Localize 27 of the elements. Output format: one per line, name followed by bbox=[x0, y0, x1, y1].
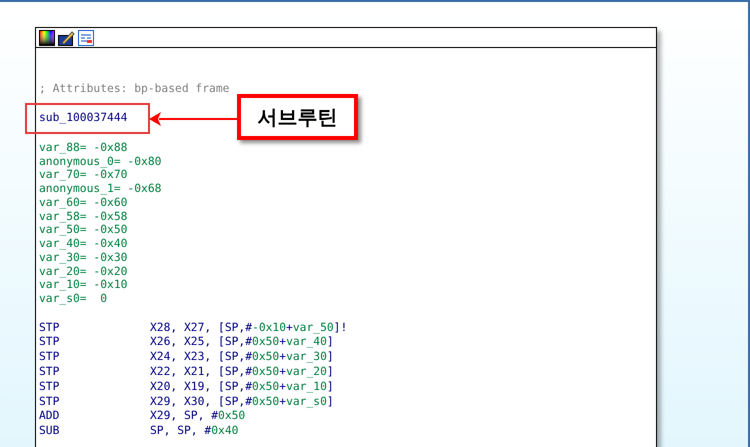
graph-view-icon[interactable] bbox=[78, 30, 94, 46]
subroutine-label[interactable]: sub_100037444 bbox=[39, 111, 128, 126]
instruction-line: STP X22, X21, [SP,#0x50+var_20] bbox=[39, 364, 335, 380]
stack-variable: var_50= -0x50 bbox=[39, 223, 128, 238]
instruction-line: ADD X29, SP, #0x50 bbox=[39, 409, 246, 424]
comment-text: ; Attributes: bp-based frame bbox=[39, 82, 230, 96]
pencil-icon[interactable] bbox=[58, 30, 75, 46]
callout-label: 서브루틴 bbox=[237, 94, 358, 140]
instruction-line: STP X20, X19, [SP,#0x50+var_10] bbox=[39, 380, 335, 395]
stack-variable: var_58= -0x58 bbox=[39, 210, 128, 224]
stack-variable: var_30= -0x30 bbox=[39, 250, 128, 265]
stack-variable: var_40= -0x40 bbox=[39, 237, 128, 251]
instruction-line: STP X24, X23, [SP,#0x50+var_30] bbox=[39, 350, 335, 365]
stack-variable: var_10= -0x10 bbox=[39, 278, 128, 292]
stack-variable: anonymous_1= -0x68 bbox=[39, 182, 162, 196]
stack-variable: var_88= -0x88 bbox=[39, 140, 128, 155]
color-palette-icon[interactable] bbox=[39, 30, 55, 46]
instruction-line: STP X26, X25, [SP,#0x50+var_40] bbox=[39, 335, 335, 350]
instruction-line: STP X29, X30, [SP,#0x50+var_s0] bbox=[39, 394, 335, 410]
instruction-line: SUB SP, SP, #0x40 bbox=[39, 424, 240, 439]
stack-variable: var_s0= 0 bbox=[39, 292, 108, 306]
stack-variable: var_70= -0x70 bbox=[39, 168, 128, 182]
stack-variable: anonymous_0= -0x80 bbox=[39, 154, 162, 168]
instruction-line: STP X28, X27, [SP,#-0x10+var_50]! bbox=[39, 320, 348, 336]
arrow-icon bbox=[149, 112, 238, 126]
stack-variable: var_60= -0x60 bbox=[39, 196, 128, 210]
stack-variable: var_20= -0x20 bbox=[39, 264, 128, 278]
